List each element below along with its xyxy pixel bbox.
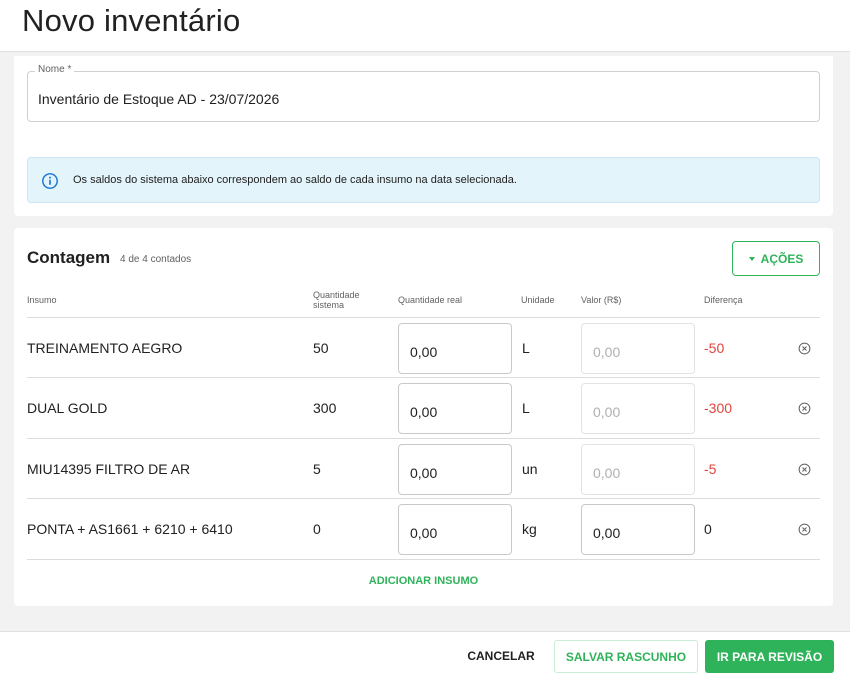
qty-real-input[interactable]: 0,00 <box>398 383 512 434</box>
count-card: Contagem 4 de 4 contados AÇÕES Insumo Qu… <box>14 228 833 606</box>
row-qty-system: 0 <box>313 521 321 537</box>
info-alert: Os saldos do sistema abaixo correspondem… <box>27 157 820 203</box>
caret-down-icon <box>748 256 755 261</box>
table-row: DUAL GOLD 300 0,00 L 0,00 -300 <box>27 377 820 438</box>
actions-button[interactable]: AÇÕES <box>732 241 820 276</box>
table-row: PONTA + AS1661 + 6210 + 6410 0 0,00 kg 0… <box>27 498 820 559</box>
name-field-label: Nome * <box>35 64 75 75</box>
value-input-value: 0,00 <box>593 465 621 481</box>
col-header-qty-real: Quantidade real <box>398 295 463 305</box>
value-input[interactable]: 0,00 <box>581 504 695 555</box>
value-input: 0,00 <box>581 383 695 434</box>
count-subtitle: 4 de 4 contados <box>120 254 192 265</box>
value-input: 0,00 <box>581 444 695 495</box>
col-header-value: Valor (R$) <box>581 295 622 305</box>
remove-circle-icon[interactable] <box>798 342 811 355</box>
save-draft-button[interactable]: SALVAR RASCUNHO <box>554 640 698 673</box>
qty-real-value: 0,00 <box>410 525 438 541</box>
remove-circle-icon[interactable] <box>798 523 811 536</box>
qty-real-value: 0,00 <box>410 404 438 420</box>
actions-label: AÇÕES <box>760 251 804 266</box>
page-title: Novo inventário <box>22 3 241 38</box>
row-difference: 0 <box>704 521 712 537</box>
name-field-value[interactable]: Inventário de Estoque AD - 23/07/2026 <box>38 91 279 107</box>
row-difference: -300 <box>704 400 733 416</box>
qty-real-input[interactable]: 0,00 <box>398 323 512 374</box>
add-insumo-button[interactable]: ADICIONAR INSUMO <box>14 575 833 587</box>
row-insumo-name: DUAL GOLD <box>27 400 108 416</box>
qty-real-value: 0,00 <box>410 465 438 481</box>
col-header-diff: Diferença <box>704 295 743 305</box>
row-qty-system: 300 <box>313 400 337 416</box>
table-row: MIU14395 FILTRO DE AR 5 0,00 un 0,00 -5 <box>27 438 820 499</box>
row-unit: un <box>522 461 538 477</box>
row-insumo-name: PONTA + AS1661 + 6210 + 6410 <box>27 521 233 537</box>
remove-circle-icon[interactable] <box>798 402 811 415</box>
col-header-qty-system-line2: sistema <box>313 300 345 310</box>
qty-real-value: 0,00 <box>410 344 438 360</box>
cancel-button[interactable]: CANCELAR <box>460 641 542 671</box>
row-qty-system: 5 <box>313 461 321 477</box>
row-difference: -50 <box>704 340 725 356</box>
col-header-qty-system-line1: Quantidade <box>313 290 360 300</box>
row-insumo-name: TREINAMENTO AEGRO <box>27 340 183 356</box>
value-input-value: 0,00 <box>593 344 621 360</box>
general-info-card: Nome * Inventário de Estoque AD - 23/07/… <box>14 56 833 216</box>
value-input-value: 0,00 <box>593 525 621 541</box>
go-to-review-button[interactable]: IR PARA REVISÃO <box>705 640 834 673</box>
name-field[interactable]: Nome * Inventário de Estoque AD - 23/07/… <box>27 64 820 122</box>
page-header: Novo inventário <box>0 0 850 52</box>
row-insumo-name: MIU14395 FILTRO DE AR <box>27 461 191 477</box>
value-input: 0,00 <box>581 323 695 374</box>
footer-bar: CANCELAR SALVAR RASCUNHO IR PARA REVISÃO <box>0 631 850 676</box>
qty-real-input[interactable]: 0,00 <box>398 444 512 495</box>
col-header-unit: Unidade <box>521 295 555 305</box>
col-header-qty-system: Quantidade sistema <box>313 290 360 310</box>
table-bottom-divider <box>27 559 820 560</box>
col-header-insumo: Insumo <box>27 295 57 305</box>
info-text: Os saldos do sistema abaixo correspondem… <box>73 174 517 186</box>
row-unit: L <box>522 340 530 356</box>
row-unit: kg <box>522 521 537 537</box>
remove-circle-icon[interactable] <box>798 463 811 476</box>
table-row: TREINAMENTO AEGRO 50 0,00 L 0,00 -50 <box>27 317 820 378</box>
info-icon <box>42 173 58 189</box>
row-qty-system: 50 <box>313 340 329 356</box>
row-difference: -5 <box>704 461 717 477</box>
count-title: Contagem <box>27 248 111 267</box>
row-unit: L <box>522 400 530 416</box>
value-input-value: 0,00 <box>593 404 621 420</box>
qty-real-input[interactable]: 0,00 <box>398 504 512 555</box>
